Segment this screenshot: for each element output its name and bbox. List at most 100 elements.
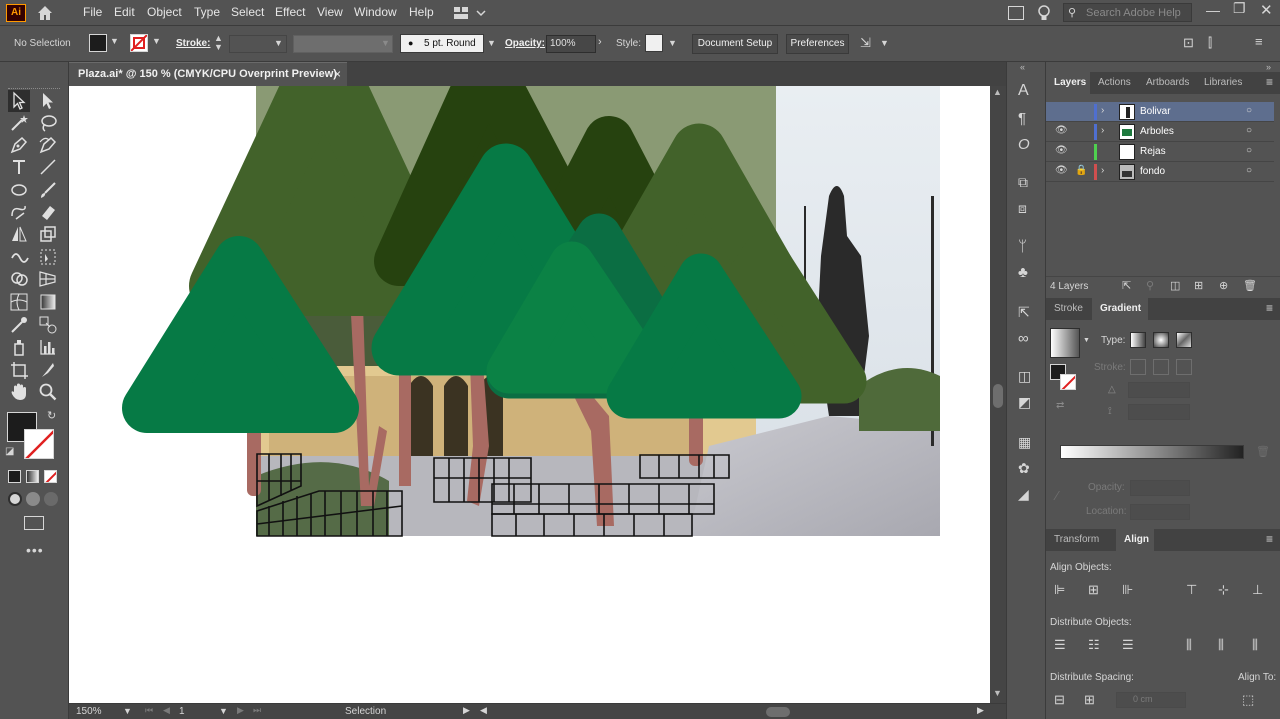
draw-behind-icon[interactable] xyxy=(26,492,40,506)
canvas[interactable] xyxy=(69,86,990,703)
menu-effect[interactable]: Effect xyxy=(275,5,305,19)
help-search-input[interactable]: ⚲ Search Adobe Help xyxy=(1063,3,1192,22)
hscroll-right-icon[interactable]: ▶ xyxy=(977,705,984,716)
artboard-tool-icon[interactable] xyxy=(8,359,30,381)
color-panel-icon[interactable]: ◢ xyxy=(1018,486,1036,504)
gradient-mode-icon[interactable] xyxy=(26,470,39,483)
document-close-icon[interactable]: × xyxy=(334,67,341,81)
zoom-tool-icon[interactable] xyxy=(37,381,59,403)
visibility-eye-icon[interactable]: 👁 xyxy=(1055,145,1068,156)
brushes-panel-icon[interactable]: ᛘ xyxy=(1018,238,1036,256)
stroke-dropdown-icon[interactable]: ▼ xyxy=(152,36,161,46)
draw-inside-icon[interactable] xyxy=(44,492,58,506)
ellipse-tool-icon[interactable] xyxy=(8,179,30,201)
tab-layers[interactable]: Layers xyxy=(1054,77,1086,88)
menu-view[interactable]: View xyxy=(317,5,343,19)
gradient-preview-dropdown-icon[interactable]: ▼ xyxy=(1083,337,1090,344)
scroll-up-icon[interactable]: ▲ xyxy=(993,87,1002,97)
tab-align[interactable]: Align xyxy=(1124,534,1149,545)
layers-panel-menu-icon[interactable]: ≡ xyxy=(1266,75,1273,89)
collapse-panels-icon[interactable]: « xyxy=(1020,62,1025,72)
document-setup-button[interactable]: Document Setup xyxy=(692,34,778,54)
close-window-button[interactable]: ✕ xyxy=(1260,1,1273,19)
gradient-panel-menu-icon[interactable]: ≡ xyxy=(1266,301,1273,315)
brush-definition[interactable]: ● 5 pt. Round xyxy=(400,34,484,53)
delete-stop-icon[interactable]: 🗑 xyxy=(1256,445,1270,458)
symbols-panel-icon[interactable]: ♣ xyxy=(1018,264,1036,282)
spacing-field[interactable]: 0 cm xyxy=(1116,692,1186,708)
layer-row[interactable]: › Bolivar ○ xyxy=(1046,102,1274,122)
hscroll-left-icon[interactable]: ◀ xyxy=(480,705,487,716)
delete-layer-icon[interactable]: 🗑 xyxy=(1243,279,1257,292)
hand-tool-icon[interactable] xyxy=(8,381,30,403)
swatches-panel-icon[interactable]: ▦ xyxy=(1018,434,1036,452)
clipping-mask-icon[interactable]: ◫ xyxy=(1170,279,1180,292)
radial-gradient-button[interactable] xyxy=(1153,332,1169,348)
tab-stroke[interactable]: Stroke xyxy=(1054,303,1083,314)
pathfinder-panel-icon[interactable]: ◫ xyxy=(1018,368,1036,386)
curvature-tool-icon[interactable] xyxy=(37,134,59,156)
arrange-documents-icon[interactable] xyxy=(1008,6,1024,20)
new-layer-icon[interactable]: ⊕ xyxy=(1219,279,1228,292)
shaper-tool-icon[interactable] xyxy=(8,201,30,223)
align-panel-menu-icon[interactable]: ≡ xyxy=(1266,532,1273,546)
lasso-tool-icon[interactable] xyxy=(37,112,59,134)
gradient-eyedropper-icon[interactable]: ⁄ xyxy=(1056,488,1058,503)
lock-icon[interactable]: 🔒 xyxy=(1075,165,1087,176)
align-vcenter-icon[interactable]: ⊹ xyxy=(1218,582,1229,598)
layer-row[interactable]: 👁 🔒 › fondo ○ xyxy=(1046,162,1274,182)
warp-tool-icon[interactable] xyxy=(8,246,30,268)
align-left-icon[interactable]: ⊫ xyxy=(1054,582,1065,598)
isolate-icon[interactable]: ⊡ xyxy=(1183,35,1194,51)
menu-edit[interactable]: Edit xyxy=(114,5,135,19)
tab-libraries[interactable]: Libraries xyxy=(1204,77,1242,88)
graphic-styles-panel-icon[interactable]: ⧈ xyxy=(1018,200,1036,218)
align-hcenter-icon[interactable]: ⊞ xyxy=(1088,582,1099,598)
blend-tool-icon[interactable] xyxy=(37,314,59,336)
column-graph-tool-icon[interactable] xyxy=(37,336,59,358)
reverse-gradient-icon[interactable]: ⇄ xyxy=(1056,400,1064,411)
panels-collapse-icon[interactable]: » xyxy=(1266,62,1271,72)
variable-width-profile[interactable] xyxy=(293,35,393,53)
next-artboard-icon[interactable]: ▶ xyxy=(237,705,244,716)
opacity-label[interactable]: Opacity: xyxy=(505,38,545,49)
arrange-icon[interactable]: ⇲ xyxy=(860,35,871,51)
layer-target-icon[interactable]: ○ xyxy=(1246,105,1252,116)
layer-name[interactable]: Bolivar xyxy=(1140,106,1171,117)
preferences-button[interactable]: Preferences xyxy=(786,34,849,54)
last-artboard-icon[interactable]: ⏭ xyxy=(253,705,261,716)
selection-tool-icon[interactable] xyxy=(8,90,30,112)
layer-target-icon[interactable]: ○ xyxy=(1246,125,1252,136)
layer-target-icon[interactable]: ○ xyxy=(1246,165,1252,176)
eraser-tool-icon[interactable] xyxy=(37,201,59,223)
distribute-left-icon[interactable]: ⫼ xyxy=(1186,637,1192,653)
layer-row[interactable]: 👁 › Arboles ○ xyxy=(1046,122,1274,142)
style-dropdown-icon[interactable]: ▼ xyxy=(668,38,677,48)
color-mode-icon[interactable] xyxy=(8,470,21,483)
artboard-number[interactable]: 1 xyxy=(179,706,185,717)
aspect-ratio-field[interactable] xyxy=(1128,404,1190,420)
tab-artboards[interactable]: Artboards xyxy=(1146,77,1189,88)
gradient-opacity-field[interactable] xyxy=(1130,480,1190,496)
eyedropper-tool-icon[interactable] xyxy=(8,314,30,336)
scale-tool-icon[interactable] xyxy=(37,223,59,245)
perspective-grid-tool-icon[interactable] xyxy=(37,268,59,290)
layer-expand-icon[interactable]: › xyxy=(1101,125,1104,136)
angle-field[interactable] xyxy=(1128,382,1190,398)
symbol-sprayer-tool-icon[interactable] xyxy=(8,336,30,358)
draw-normal-icon[interactable] xyxy=(8,492,22,506)
new-sublayer-icon[interactable]: ⊞ xyxy=(1194,279,1203,292)
status-arrow-icon[interactable]: ▶ xyxy=(463,705,470,716)
gradient-location-field[interactable] xyxy=(1130,504,1190,520)
linear-gradient-button[interactable] xyxy=(1130,332,1146,348)
paragraph-panel-icon[interactable]: ¶ xyxy=(1018,110,1036,128)
menu-help[interactable]: Help xyxy=(409,5,434,19)
fill-dropdown-icon[interactable]: ▼ xyxy=(110,36,119,46)
document-tab[interactable]: Plaza.ai* @ 150 % (CMYK/CPU Overprint Pr… xyxy=(69,62,347,86)
menu-file[interactable]: File xyxy=(83,5,102,19)
tab-gradient[interactable]: Gradient xyxy=(1100,303,1141,314)
align-top-icon[interactable]: ⊤ xyxy=(1186,582,1197,598)
menu-object[interactable]: Object xyxy=(147,5,182,19)
profile-dropdown-icon[interactable]: ▼ xyxy=(381,38,390,48)
fill-swatch[interactable] xyxy=(89,34,107,52)
